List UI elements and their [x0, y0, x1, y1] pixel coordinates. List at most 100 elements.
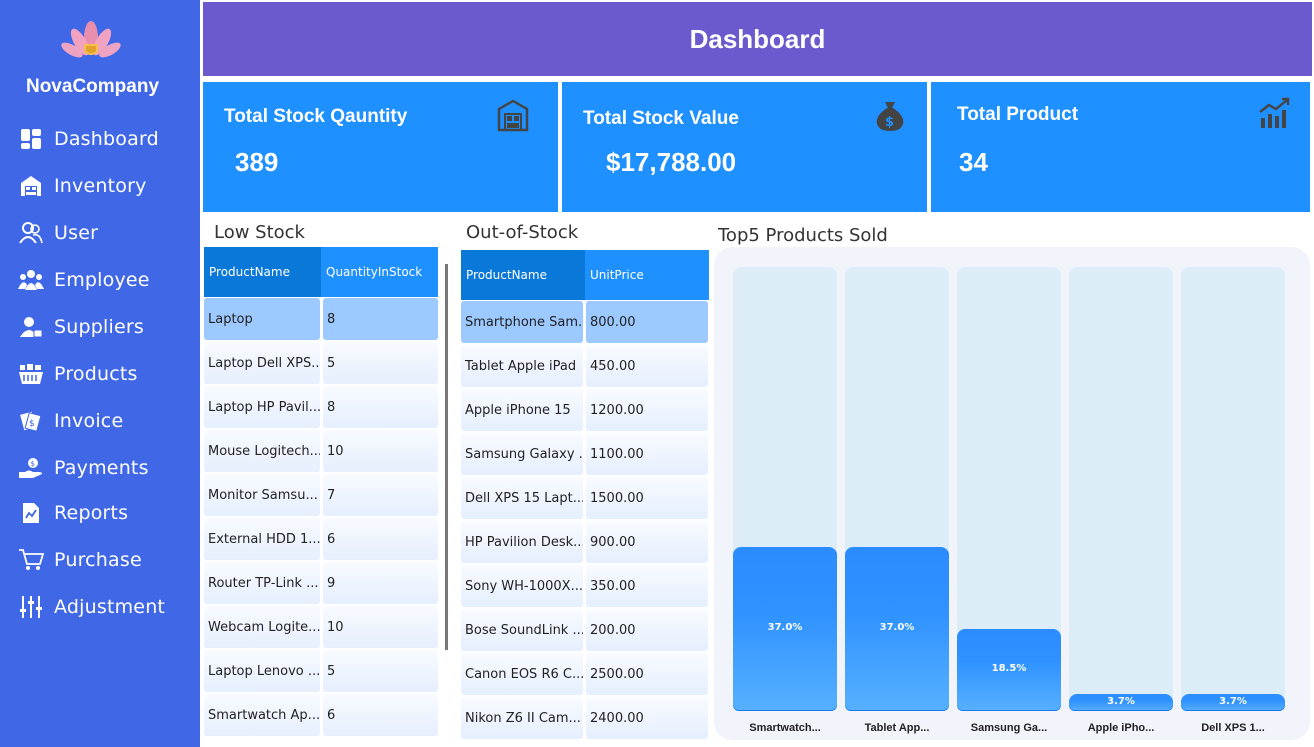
table-row[interactable]: Mouse Logitech... 10 — [204, 430, 438, 472]
invoice-icon: $ — [18, 409, 44, 433]
cell-product-name[interactable]: Samsung Galaxy ... — [461, 433, 583, 475]
category-label: Tablet App... — [864, 722, 930, 734]
table-row[interactable]: Dell XPS 15 Lapt... 1500.00 — [461, 477, 708, 519]
table-row[interactable]: Samsung Galaxy ... 1100.00 — [461, 433, 708, 475]
cell-value[interactable]: 1200.00 — [586, 389, 708, 431]
sidebar-item-user[interactable]: User — [18, 217, 193, 249]
table-row[interactable]: Router TP-Link ... 9 — [204, 562, 438, 604]
sidebar-item-dashboard[interactable]: Dashboard — [18, 123, 193, 155]
sidebar-item-payments[interactable]: $ Payments — [18, 452, 193, 484]
cell-value[interactable]: 1500.00 — [586, 477, 708, 519]
sidebar-item-label: Suppliers — [54, 316, 144, 338]
employee-icon — [18, 268, 44, 292]
sidebar-item-employee[interactable]: Employee — [18, 264, 193, 296]
sidebar-item-invoice[interactable]: $ Invoice — [18, 405, 193, 437]
table-row[interactable]: External HDD 1... 6 — [204, 518, 438, 560]
cell-value[interactable]: 2500.00 — [586, 653, 708, 695]
table-row[interactable]: Nikon Z6 II Cam... 2400.00 — [461, 697, 708, 739]
sidebar-item-reports[interactable]: Reports — [18, 497, 193, 529]
cell-product-name[interactable]: Laptop — [204, 298, 320, 340]
cell-value[interactable]: 350.00 — [586, 565, 708, 607]
sidebar-item-purchase[interactable]: Purchase — [18, 544, 193, 576]
cell-product-name[interactable]: Router TP-Link ... — [204, 562, 320, 604]
cell-product-name[interactable]: Smartwatch Ap... — [204, 694, 320, 736]
cell-value[interactable]: 6 — [323, 694, 438, 736]
table-row[interactable]: Tablet Apple iPad 450.00 — [461, 345, 708, 387]
table-row[interactable]: Sony WH-1000X... 350.00 — [461, 565, 708, 607]
inventory-icon — [18, 174, 44, 198]
cell-value[interactable]: 5 — [323, 342, 438, 384]
sliders-icon — [18, 595, 44, 619]
cell-value[interactable]: 5 — [323, 650, 438, 692]
sidebar-item-label: User — [54, 222, 99, 244]
cell-value[interactable]: 450.00 — [586, 345, 708, 387]
cell-value[interactable]: 10 — [323, 430, 438, 472]
sidebar-item-label: Purchase — [54, 549, 142, 571]
svg-text:$: $ — [31, 460, 35, 468]
column-header-product-name[interactable]: ProductName — [461, 250, 585, 300]
cell-product-name[interactable]: Apple iPhone 15 — [461, 389, 583, 431]
svg-text:$: $ — [29, 419, 35, 429]
dashboard-icon — [18, 127, 44, 151]
data-label: 3.7% — [1107, 696, 1135, 707]
cell-value[interactable]: 2400.00 — [586, 697, 708, 739]
category-label: Apple iPho... — [1087, 722, 1155, 734]
cell-product-name[interactable]: Laptop Lenovo ... — [204, 650, 320, 692]
supplier-icon — [18, 315, 44, 339]
table-row[interactable]: Laptop 8 — [204, 298, 438, 340]
sidebar-item-inventory[interactable]: Inventory — [18, 170, 193, 202]
cell-product-name[interactable]: HP Pavilion Desk... — [461, 521, 583, 563]
table-row[interactable]: Smartphone Sam... 800.00 — [461, 301, 708, 343]
cell-value[interactable]: 1100.00 — [586, 433, 708, 475]
sidebar-item-products[interactable]: Products — [18, 358, 193, 390]
cell-value[interactable]: 200.00 — [586, 609, 708, 651]
sidebar-item-label: Inventory — [54, 175, 147, 197]
brand-name: NovaCompany — [25, 76, 160, 97]
table-row[interactable]: Bose SoundLink ... 200.00 — [461, 609, 708, 651]
cell-product-name[interactable]: Nikon Z6 II Cam... — [461, 697, 583, 739]
cell-product-name[interactable]: Mouse Logitech... — [204, 430, 320, 472]
column-header-quantity[interactable]: QuantityInStock — [321, 247, 438, 297]
cell-value[interactable]: 8 — [323, 298, 438, 340]
sidebar-item-label: Employee — [54, 269, 150, 291]
products-icon — [18, 362, 44, 386]
column-header-unit-price[interactable]: UnitPrice — [585, 250, 709, 300]
bar-track — [1069, 267, 1173, 711]
cell-product-name[interactable]: Laptop Dell XPS... — [204, 342, 320, 384]
table-row[interactable]: Canon EOS R6 C... 2500.00 — [461, 653, 708, 695]
cell-value[interactable]: 6 — [323, 518, 438, 560]
cell-value[interactable]: 10 — [323, 606, 438, 648]
cell-value[interactable]: 7 — [323, 474, 438, 516]
cell-product-name[interactable]: Canon EOS R6 C... — [461, 653, 583, 695]
cell-product-name[interactable]: Monitor Samsu... — [204, 474, 320, 516]
column-header-product-name[interactable]: ProductName — [204, 247, 321, 297]
table-row[interactable]: Laptop HP Pavil... 8 — [204, 386, 438, 428]
cell-value[interactable]: 9 — [323, 562, 438, 604]
cell-product-name[interactable]: Webcam Logite... — [204, 606, 320, 648]
low-stock-scrollbar[interactable] — [445, 264, 448, 650]
table-row[interactable]: HP Pavilion Desk... 900.00 — [461, 521, 708, 563]
table-row[interactable]: Laptop Lenovo ... 5 — [204, 650, 438, 692]
table-row[interactable]: Smartwatch Ap... 6 — [204, 694, 438, 736]
sidebar-item-suppliers[interactable]: Suppliers — [18, 311, 193, 343]
cell-value[interactable]: 800.00 — [586, 301, 708, 343]
cell-value[interactable]: 900.00 — [586, 521, 708, 563]
reports-icon — [18, 501, 44, 525]
sidebar-item-label: Reports — [54, 502, 129, 524]
table-row[interactable]: Laptop Dell XPS... 5 — [204, 342, 438, 384]
cell-product-name[interactable]: Laptop HP Pavil... — [204, 386, 320, 428]
cell-product-name[interactable]: Smartphone Sam... — [461, 301, 583, 343]
cell-product-name[interactable]: External HDD 1... — [204, 518, 320, 560]
table-row[interactable]: Apple iPhone 15 1200.00 — [461, 389, 708, 431]
cell-product-name[interactable]: Tablet Apple iPad — [461, 345, 583, 387]
card-title: Total Product — [957, 104, 1079, 125]
cell-value[interactable]: 8 — [323, 386, 438, 428]
lotus-logo-icon — [61, 21, 121, 58]
growth-chart-icon — [1259, 97, 1290, 128]
cell-product-name[interactable]: Dell XPS 15 Lapt... — [461, 477, 583, 519]
sidebar-item-adjustment[interactable]: Adjustment — [18, 591, 193, 623]
table-row[interactable]: Webcam Logite... 10 — [204, 606, 438, 648]
cell-product-name[interactable]: Sony WH-1000X... — [461, 565, 583, 607]
table-row[interactable]: Monitor Samsu... 7 — [204, 474, 438, 516]
cell-product-name[interactable]: Bose SoundLink ... — [461, 609, 583, 651]
